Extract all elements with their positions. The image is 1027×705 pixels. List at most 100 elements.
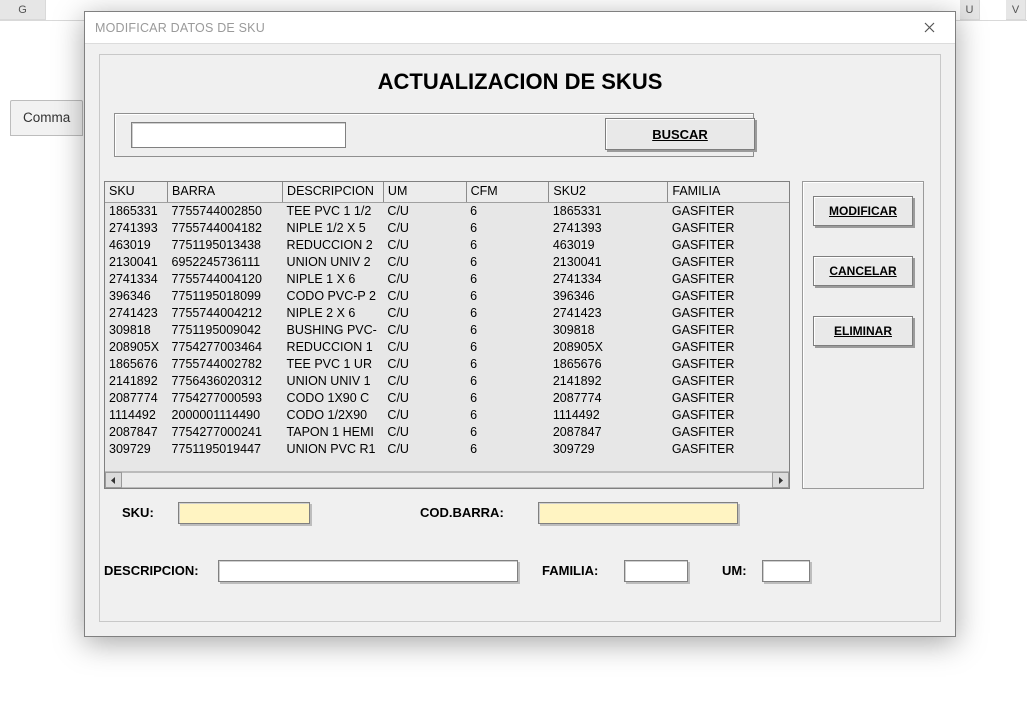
table-cell: 1865676 (549, 355, 668, 372)
search-input[interactable] (131, 122, 346, 148)
codbarra-field[interactable] (538, 502, 738, 524)
table-cell: C/U (383, 338, 466, 355)
table-row[interactable]: 3097297751195019447UNION PVC R1C/U630972… (105, 440, 789, 457)
table-cell: 1114492 (105, 406, 168, 423)
table-cell: 7755744002782 (168, 355, 283, 372)
table-row[interactable]: 21300416952245736111UNION UNIV 2C/U62130… (105, 253, 789, 270)
table-cell: 309818 (549, 321, 668, 338)
table-cell: 7755744002850 (168, 202, 283, 219)
table-cell: GASFITER (668, 389, 789, 406)
table-row[interactable]: 18656767755744002782TEE PVC 1 URC/U61865… (105, 355, 789, 372)
table-cell: 2741334 (105, 270, 168, 287)
table-cell: GASFITER (668, 219, 789, 236)
label-codbarra: COD.BARRA: (420, 505, 504, 520)
eliminar-button[interactable]: ELIMINAR (813, 316, 913, 346)
column-header[interactable]: SKU2 (549, 182, 668, 202)
table-row[interactable]: 18653317755744002850TEE PVC 1 1/2C/U6186… (105, 202, 789, 219)
table-cell: 6 (466, 372, 549, 389)
buscar-button[interactable]: BUSCAR (605, 118, 755, 150)
table-row[interactable]: 20877747754277000593CODO 1X90 CC/U620877… (105, 389, 789, 406)
column-header[interactable]: FAMILIA (668, 182, 789, 202)
table-cell: 208905X (105, 338, 168, 355)
table-cell: GASFITER (668, 304, 789, 321)
sku-field[interactable] (178, 502, 310, 524)
column-header[interactable]: DESCRIPCION (283, 182, 384, 202)
table-cell: CODO 1/2X90 (283, 406, 384, 423)
table-cell: 6 (466, 270, 549, 287)
cancelar-button[interactable]: CANCELAR (813, 256, 913, 286)
modificar-button[interactable]: MODIFICAR (813, 196, 913, 226)
table-cell: 1865331 (549, 202, 668, 219)
table-cell: C/U (383, 202, 466, 219)
table-cell: REDUCCION 2 (283, 236, 384, 253)
table-cell: 6952245736111 (168, 253, 283, 270)
column-header[interactable]: UM (383, 182, 466, 202)
grid-h-scrollbar[interactable] (105, 471, 789, 488)
table-row[interactable]: 21418927756436020312UNION UNIV 1C/U62141… (105, 372, 789, 389)
table-cell: 2741393 (549, 219, 668, 236)
sku-grid[interactable]: SKUBARRADESCRIPCIONUMCFMSKU2FAMILIA 1865… (104, 181, 790, 489)
table-cell: 7754277000241 (168, 423, 283, 440)
table-cell: GASFITER (668, 253, 789, 270)
table-row[interactable]: 208905X7754277003464REDUCCION 1C/U620890… (105, 338, 789, 355)
scroll-right-button[interactable] (772, 472, 789, 488)
column-header[interactable]: BARRA (168, 182, 283, 202)
table-cell: 1865331 (105, 202, 168, 219)
table-row[interactable]: 27413347755744004120NIPLE 1 X 6C/U627413… (105, 270, 789, 287)
table-cell: 6 (466, 253, 549, 270)
table-row[interactable]: 11144922000001114490CODO 1/2X90C/U611144… (105, 406, 789, 423)
table-cell: UNION PVC R1 (283, 440, 384, 457)
column-header[interactable]: CFM (466, 182, 549, 202)
table-cell: C/U (383, 372, 466, 389)
table-cell: GASFITER (668, 236, 789, 253)
table-cell: 309729 (105, 440, 168, 457)
table-cell: 208905X (549, 338, 668, 355)
column-header[interactable]: SKU (105, 182, 168, 202)
table-cell: 6 (466, 389, 549, 406)
table-row[interactable]: 3963467751195018099CODO PVC-P 2C/U639634… (105, 287, 789, 304)
close-icon (924, 22, 935, 33)
table-cell: 6 (466, 219, 549, 236)
table-cell: 7755744004120 (168, 270, 283, 287)
sheet-column-u-frag[interactable]: U (960, 0, 980, 20)
table-cell: 1865676 (105, 355, 168, 372)
familia-field[interactable] (624, 560, 688, 582)
table-cell: 2741423 (105, 304, 168, 321)
close-button[interactable] (909, 14, 949, 42)
table-cell: C/U (383, 355, 466, 372)
table-cell: UNION UNIV 1 (283, 372, 384, 389)
table-cell: 2130041 (549, 253, 668, 270)
sheet-column-v-frag[interactable]: V (1006, 0, 1026, 20)
table-row[interactable]: 3098187751195009042BUSHING PVC-C/U630981… (105, 321, 789, 338)
sheet-column-g[interactable]: G (0, 0, 46, 20)
scroll-track[interactable] (122, 472, 772, 488)
table-cell: 7755744004182 (168, 219, 283, 236)
table-cell: C/U (383, 304, 466, 321)
um-field[interactable] (762, 560, 810, 582)
titlebar[interactable]: MODIFICAR DATOS DE SKU (85, 12, 955, 44)
table-cell: GASFITER (668, 440, 789, 457)
table-row[interactable]: 27413937755744004182NIPLE 1/2 X 5C/U6274… (105, 219, 789, 236)
table-row[interactable]: 27414237755744004212NIPLE 2 X 6C/U627414… (105, 304, 789, 321)
table-cell: 6 (466, 423, 549, 440)
scroll-left-button[interactable] (105, 472, 122, 488)
table-cell: 6 (466, 202, 549, 219)
table-cell: 396346 (549, 287, 668, 304)
background-command-button[interactable]: Comma (10, 100, 83, 136)
table-row[interactable]: 4630197751195013438REDUCCION 2C/U6463019… (105, 236, 789, 253)
table-cell: C/U (383, 321, 466, 338)
table-cell: 2000001114490 (168, 406, 283, 423)
table-cell: 2087847 (549, 423, 668, 440)
table-cell: 7751195018099 (168, 287, 283, 304)
table-row[interactable]: 20878477754277000241TAPON 1 HEMIC/U62087… (105, 423, 789, 440)
table-cell: 2087774 (105, 389, 168, 406)
table-cell: NIPLE 1 X 6 (283, 270, 384, 287)
dialog-modificar-sku: MODIFICAR DATOS DE SKU ACTUALIZACION DE … (84, 11, 956, 637)
table-cell: GASFITER (668, 423, 789, 440)
table-cell: TAPON 1 HEMI (283, 423, 384, 440)
descripcion-field[interactable] (218, 560, 518, 582)
search-panel: BUSCAR (114, 113, 754, 157)
dialog-body: ACTUALIZACION DE SKUS BUSCAR SKUBARRADES… (99, 54, 941, 622)
table-cell: NIPLE 1/2 X 5 (283, 219, 384, 236)
table-cell: TEE PVC 1 1/2 (283, 202, 384, 219)
